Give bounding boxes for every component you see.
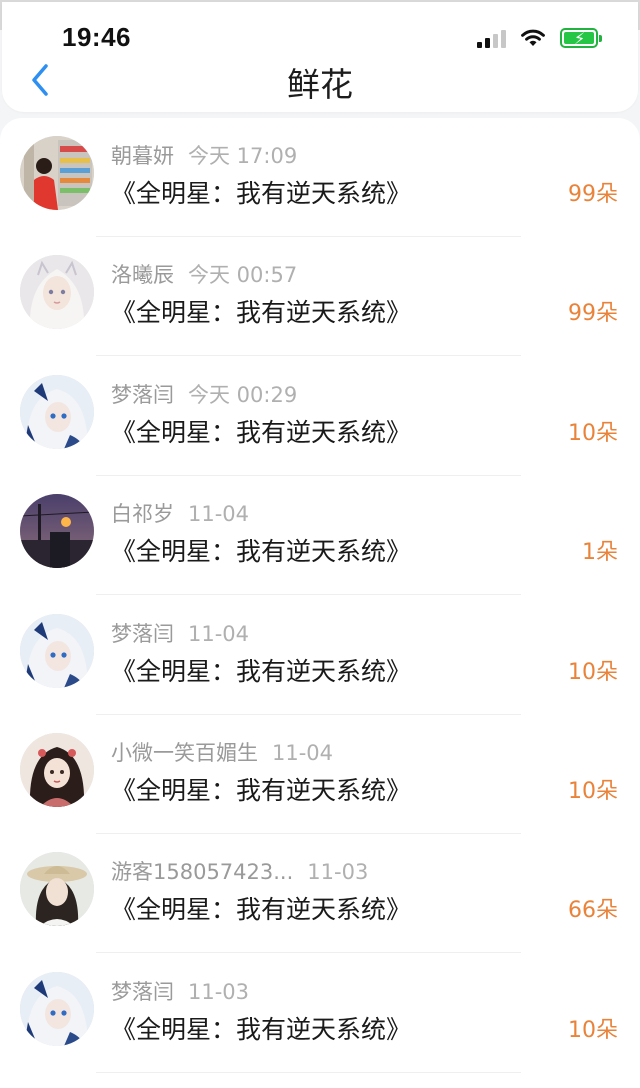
item-meta: 梦落闫 11-04	[111, 618, 249, 648]
item-meta: 游客158057423... 11-03	[111, 856, 368, 886]
avatar[interactable]	[20, 733, 94, 807]
flower-count: 10朵	[568, 1017, 618, 1043]
page-title: 鲜花	[287, 65, 353, 104]
avatar[interactable]	[20, 494, 94, 569]
item-time: 今天 00:29	[188, 382, 298, 407]
item-meta: 梦落闫 11-03	[111, 976, 249, 1006]
book-title: 《全明星：我有逆天系统》	[111, 417, 412, 447]
item-time: 11-03	[188, 979, 250, 1004]
battery-icon: ⚡	[560, 28, 602, 48]
item-time: 11-04	[272, 741, 334, 765]
flower-list: 朝暮妍 今天 17:09 《全明星：我有逆天系统》 99朵 洛曦辰 今天 00:57 《全明…	[0, 118, 640, 1088]
item-time: 11-04	[188, 621, 250, 646]
book-title: 《全明星：我有逆天系统》	[111, 895, 412, 925]
signal-icon	[477, 28, 506, 48]
wifi-icon	[520, 28, 546, 48]
user-name: 梦落闫	[111, 621, 174, 646]
flower-count: 10朵	[568, 659, 618, 685]
item-meta: 白祁岁 11-04	[111, 498, 249, 528]
list-item[interactable]: 洛曦辰 今天 00:57 《全明星：我有逆天系统》 99朵	[0, 237, 640, 357]
item-time: 11-03	[307, 860, 369, 885]
avatar[interactable]	[20, 613, 94, 688]
book-title: 《全明星：我有逆天系统》	[111, 1014, 412, 1044]
list-item[interactable]: 朝暮妍 今天 17:09 《全明星：我有逆天系统》 99朵	[0, 118, 640, 237]
book-title: 《全明星：我有逆天系统》	[111, 298, 412, 328]
item-meta: 小微一笑百媚生 11-04	[111, 737, 333, 767]
avatar[interactable]	[20, 971, 94, 1046]
user-name: 洛曦辰	[111, 263, 174, 288]
row-divider	[96, 1071, 521, 1073]
flower-count: 66朵	[568, 898, 618, 924]
flower-count: 1朵	[582, 540, 618, 566]
item-meta: 洛曦辰 今天 00:57	[111, 259, 297, 289]
avatar[interactable]	[20, 374, 94, 449]
avatar[interactable]	[20, 255, 94, 330]
book-title: 《全明星：我有逆天系统》	[111, 537, 412, 567]
list-item[interactable]: 梦落闫 今天 00:29 《全明星：我有逆天系统》 10朵	[0, 357, 640, 476]
flower-count: 10朵	[568, 779, 618, 804]
user-name: 朝暮妍	[111, 144, 174, 168]
nav-header: 19:46 ⚡ 鲜花	[2, 2, 638, 112]
book-title: 《全明星：我有逆天系统》	[111, 179, 412, 208]
item-time: 11-04	[188, 502, 250, 527]
user-name: 小微一笑百媚生	[111, 741, 258, 765]
item-time: 今天 17:09	[188, 144, 298, 168]
list-item[interactable]: 小微一笑百媚生 11-04 《全明星：我有逆天系统》 10朵	[0, 715, 640, 834]
user-name: 梦落闫	[111, 382, 174, 407]
flower-count: 99朵	[568, 301, 618, 327]
user-name: 游客158057423...	[111, 860, 294, 885]
book-title: 《全明星：我有逆天系统》	[111, 776, 412, 805]
status-time: 19:46	[62, 22, 131, 52]
user-name: 白祁岁	[111, 502, 174, 527]
status-icons: ⚡	[477, 26, 602, 50]
list-item[interactable]: 游客158057423... 11-03 《全明星：我有逆天系统》 66朵	[0, 834, 640, 954]
book-title: 《全明星：我有逆天系统》	[111, 656, 412, 686]
item-meta: 朝暮妍 今天 17:09	[111, 140, 297, 170]
flower-count: 10朵	[568, 420, 618, 446]
item-meta: 梦落闫 今天 00:29	[111, 379, 297, 409]
list-item[interactable]: 梦落闫 11-03 《全明星：我有逆天系统》 10朵	[0, 954, 640, 1073]
flower-count: 99朵	[568, 182, 618, 207]
avatar[interactable]	[20, 852, 94, 927]
user-name: 梦落闫	[111, 979, 174, 1004]
list-item[interactable]: 白祁岁 11-04 《全明星：我有逆天系统》 1朵	[0, 476, 640, 596]
list-item[interactable]: 梦落闫 11-04 《全明星：我有逆天系统》 10朵	[0, 596, 640, 715]
item-time: 今天 00:57	[188, 263, 298, 288]
avatar[interactable]	[20, 136, 94, 210]
